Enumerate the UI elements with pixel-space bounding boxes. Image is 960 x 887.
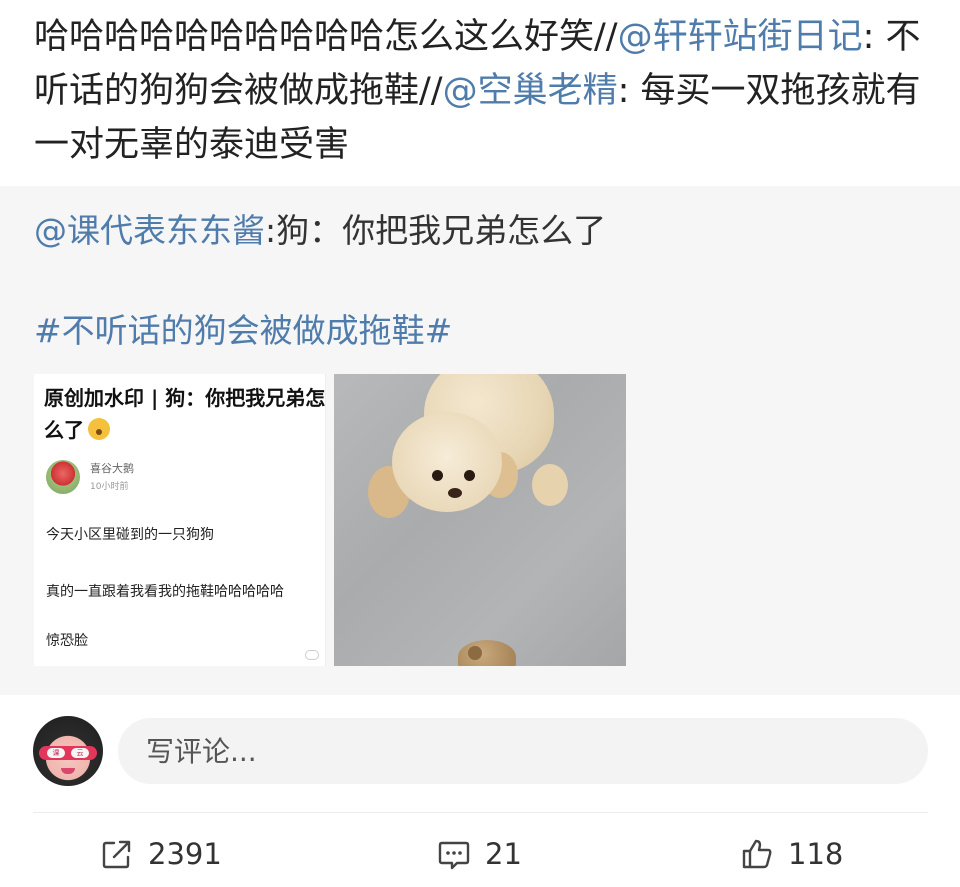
divider bbox=[33, 812, 928, 813]
avatar-mouth bbox=[61, 768, 75, 774]
post-text: 哈哈哈哈哈哈哈哈哈哈怎么这么好笑//@轩轩站街日记: 不听话的狗狗会被做成拖鞋/… bbox=[34, 10, 934, 172]
mention-kedaibiao[interactable]: @课代表东东酱 bbox=[34, 211, 265, 250]
slipper-toy bbox=[458, 640, 516, 666]
like-button[interactable]: 118 bbox=[740, 834, 843, 874]
dog-eye-right bbox=[464, 470, 475, 481]
avatar-glasses-left: 课 bbox=[47, 748, 65, 758]
thumbnail-line-1: 今天小区里碰到的一只狗狗 bbox=[46, 527, 214, 543]
image-thumbnail-1[interactable]: 原创加水印 | 狗：你把我兄弟怎么了 喜谷大鹅 10小时前 今天小区里碰到的一只… bbox=[34, 374, 326, 666]
thumbnail-title: 原创加水印 | 狗：你把我兄弟怎么了 bbox=[44, 386, 326, 442]
dog-eye-left bbox=[432, 470, 443, 481]
thumbnail-avatar bbox=[46, 460, 80, 494]
dog-head bbox=[392, 412, 502, 512]
dog-nose bbox=[448, 488, 462, 498]
mention-xuanxuan[interactable]: @轩轩站街日记 bbox=[618, 17, 863, 57]
repost-body: :狗：你把我兄弟怎么了 bbox=[265, 211, 607, 250]
user-avatar[interactable]: 课 云 bbox=[33, 716, 103, 786]
repost-box[interactable]: @课代表东东酱:狗：你把我兄弟怎么了 #不听话的狗会被做成拖鞋# 原创加水印 |… bbox=[0, 186, 960, 695]
comment-icon bbox=[438, 841, 470, 870]
repost-icon bbox=[102, 840, 131, 869]
like-count: 118 bbox=[788, 837, 844, 871]
thumbnail-line-3: 惊恐脸 bbox=[46, 633, 88, 649]
comment-count: 21 bbox=[485, 837, 522, 871]
repost-button[interactable]: 2391 bbox=[100, 834, 222, 874]
poodle-dog-photo bbox=[364, 374, 568, 519]
comment-input[interactable] bbox=[118, 718, 928, 784]
comment-row: 课 云 bbox=[0, 712, 960, 798]
mention-kongchao[interactable]: @空巢老精 bbox=[443, 71, 618, 111]
thumbnail-line-2: 真的一直跟着我看我的拖鞋哈哈哈哈哈 bbox=[46, 584, 284, 600]
action-bar: 2391 21 118 bbox=[0, 826, 960, 882]
thumbnail-author: 喜谷大鹅 bbox=[90, 462, 134, 475]
shocked-emoji-icon bbox=[88, 418, 110, 440]
dog-paw bbox=[532, 464, 568, 506]
watermark-icon bbox=[305, 650, 319, 660]
post-text-part-1: 哈哈哈哈哈哈哈哈哈哈怎么这么好笑// bbox=[34, 17, 618, 57]
hashtag-link[interactable]: #不听话的狗会被做成拖鞋# bbox=[34, 308, 452, 354]
comment-button[interactable]: 21 bbox=[437, 834, 522, 874]
thumbnail-time: 10小时前 bbox=[90, 482, 129, 492]
avatar-glasses-right: 云 bbox=[71, 748, 89, 758]
repost-count: 2391 bbox=[148, 837, 222, 871]
repost-text: @课代表东东酱:狗：你把我兄弟怎么了 bbox=[34, 208, 606, 254]
thumbs-up-icon bbox=[742, 839, 772, 869]
image-thumbnail-2[interactable] bbox=[334, 374, 626, 666]
